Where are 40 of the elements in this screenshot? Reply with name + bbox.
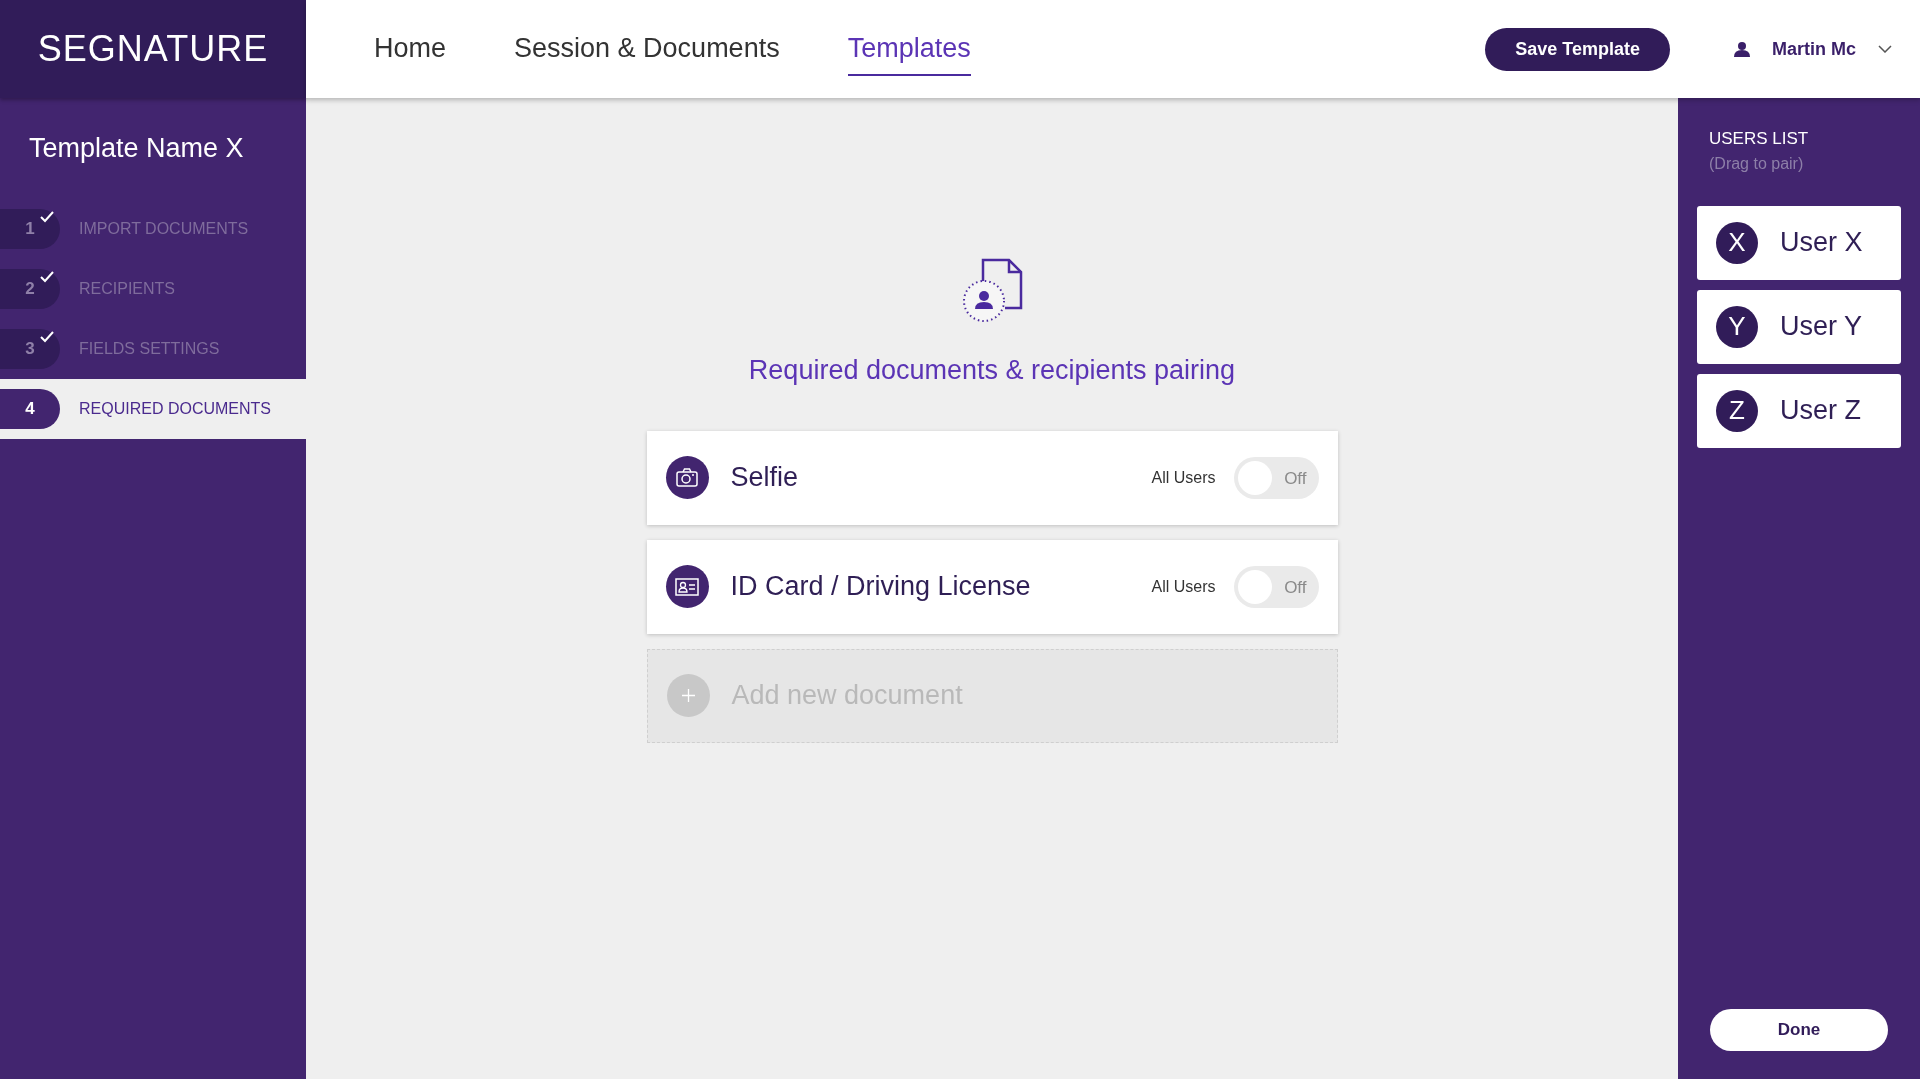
step-number: 3: [0, 328, 60, 369]
save-template-button[interactable]: Save Template: [1485, 27, 1670, 71]
step-number: 1: [0, 208, 60, 249]
step-item[interactable]: 1 IMPORT DOCUMENTS: [0, 198, 306, 259]
user-name[interactable]: Martin Mc: [1772, 35, 1856, 63]
step-label: RECIPIENTS: [79, 278, 175, 299]
done-button[interactable]: Done: [1710, 1009, 1888, 1051]
document-name: ID Card / Driving License: [730, 570, 1031, 604]
user-name: User Y: [1780, 310, 1863, 344]
logo: SEGNATURE: [37, 27, 269, 71]
user-avatar: Y: [1716, 305, 1758, 348]
plus-icon: [666, 674, 710, 717]
user-card[interactable]: Y User Y: [1697, 289, 1901, 364]
document-user-icon: [961, 258, 1023, 324]
nav-tab[interactable]: Session & Documents: [514, 21, 780, 77]
panel-title: USERS LIST: [1708, 128, 1810, 150]
step-label: FIELDS SETTINGS: [79, 338, 220, 359]
step-label: REQUIRED DOCUMENTS: [79, 398, 271, 419]
step-item[interactable]: 3 FIELDS SETTINGS: [0, 318, 306, 379]
nav-tab[interactable]: Home: [374, 21, 447, 77]
document-name: Selfie: [730, 461, 799, 495]
user-name: User Z: [1780, 394, 1861, 428]
assignee-label: All Users: [1151, 467, 1216, 488]
step-item[interactable]: 2 RECIPIENTS: [0, 258, 306, 319]
assignee-label: All Users: [1151, 576, 1216, 597]
chevron-down-icon[interactable]: [1878, 45, 1892, 53]
user-card[interactable]: X User X: [1697, 205, 1901, 280]
panel-hint: (Drag to pair): [1708, 153, 1805, 174]
section-heading: Required documents & recipients pairing: [748, 354, 1236, 387]
template-name: Template Name X: [28, 132, 245, 165]
nav-tab[interactable]: Templates: [847, 21, 971, 77]
user-avatar: X: [1716, 221, 1758, 264]
step-number: 4: [0, 388, 60, 429]
user-name: User X: [1780, 226, 1863, 260]
user-card[interactable]: Z User Z: [1697, 373, 1901, 448]
step-number: 2: [0, 268, 60, 309]
user-avatar: Z: [1716, 389, 1758, 432]
step-item[interactable]: 4 REQUIRED DOCUMENTS: [0, 378, 306, 439]
user-icon: [1734, 41, 1750, 57]
step-label: IMPORT DOCUMENTS: [79, 218, 249, 239]
